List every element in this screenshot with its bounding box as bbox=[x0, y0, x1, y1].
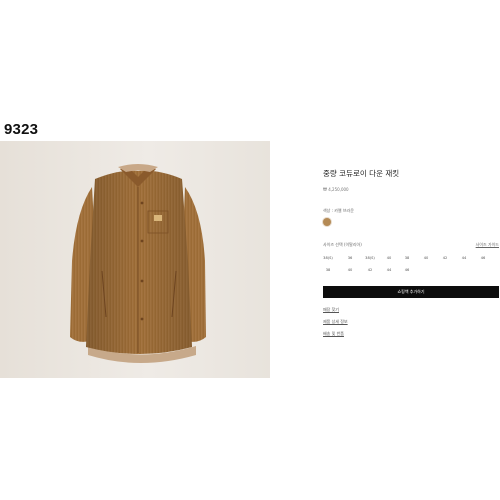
size-option[interactable]: 38(S) bbox=[365, 256, 375, 260]
color-label: 색상 : 카멜 브라운 bbox=[323, 208, 354, 213]
size-option[interactable]: 38 bbox=[326, 268, 331, 272]
jacket-illustration bbox=[70, 164, 206, 363]
size-guide-link[interactable]: 사이즈 가이드 bbox=[476, 242, 499, 248]
shipping-returns-link[interactable]: 배송 및 반품 bbox=[323, 331, 344, 337]
store-locator-link[interactable]: 매장 찾기 bbox=[323, 307, 339, 313]
add-to-bag-label: 쇼핑백 추가하기 bbox=[397, 289, 425, 294]
product-image[interactable] bbox=[0, 141, 270, 378]
size-option[interactable]: 38(S) bbox=[323, 256, 333, 260]
size-option[interactable]: 44 bbox=[387, 268, 392, 272]
product-price: ₩ 4,250,000 bbox=[323, 187, 349, 192]
size-option[interactable]: 38 bbox=[405, 256, 410, 260]
size-option[interactable]: 42 bbox=[368, 268, 373, 272]
size-option[interactable]: 46 bbox=[405, 268, 410, 272]
product-title: 중량 코듀로이 다운 재킷 bbox=[323, 169, 400, 178]
color-swatch[interactable] bbox=[323, 218, 331, 226]
size-option[interactable]: 44 bbox=[462, 256, 467, 260]
size-option[interactable]: 46 bbox=[481, 256, 486, 260]
size-label: 사이즈 선택 (이탈리아) bbox=[323, 242, 362, 247]
size-option[interactable]: 40 bbox=[424, 256, 429, 260]
add-to-bag-button[interactable]: 쇼핑백 추가하기 bbox=[323, 286, 499, 298]
size-option[interactable]: 36 bbox=[348, 256, 353, 260]
size-option[interactable]: 40 bbox=[348, 268, 353, 272]
size-option[interactable]: 42 bbox=[443, 256, 448, 260]
size-selector: 38(S) 36 38(S) 40 38 40 42 44 46 38 40 4… bbox=[323, 256, 499, 276]
size-option[interactable]: 40 bbox=[387, 256, 392, 260]
product-details-link[interactable]: 제품 상세 정보 bbox=[323, 319, 348, 325]
page-code: 9323 bbox=[4, 121, 39, 138]
